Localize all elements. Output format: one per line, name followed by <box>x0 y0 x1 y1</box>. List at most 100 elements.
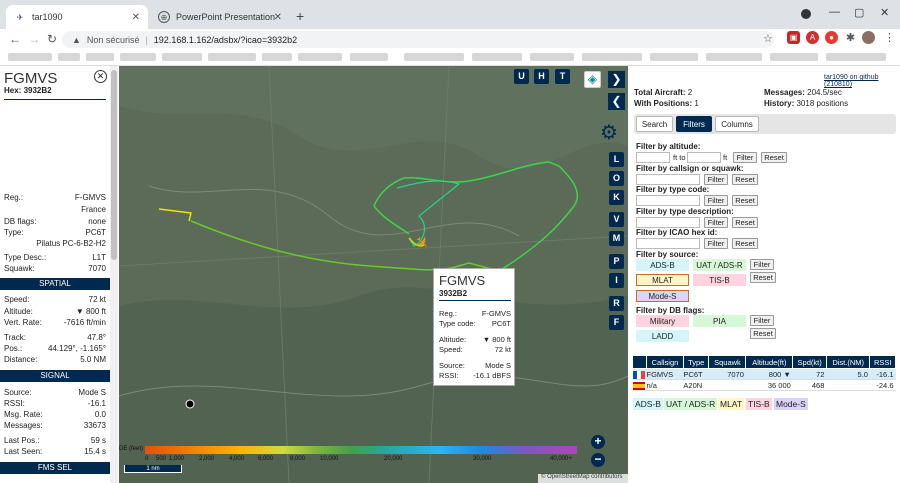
ublock-extension-icon[interactable]: ● <box>825 31 838 44</box>
db-military-toggle[interactable]: Military <box>636 315 689 327</box>
settings-gear-icon[interactable]: ⚙ <box>600 120 618 145</box>
db-filter-button[interactable]: Filter <box>750 315 774 326</box>
back-icon[interactable]: ← <box>9 32 21 46</box>
reload-icon[interactable]: ↻ <box>47 32 57 46</box>
column-header-altitude[interactable]: Altitude(ft) <box>745 355 794 369</box>
column-header-callsign[interactable]: Callsign <box>646 355 684 369</box>
maximize-button[interactable]: ▢ <box>854 6 864 19</box>
callsign-input[interactable] <box>636 174 700 185</box>
typedesc-input[interactable] <box>636 217 700 228</box>
minimize-button[interactable]: — <box>829 6 840 18</box>
tab-search[interactable]: Search <box>636 116 673 132</box>
db-reset-button[interactable]: Reset <box>750 328 776 339</box>
cell-type: PC6T <box>683 368 709 380</box>
map-toggle-r[interactable]: R <box>609 296 624 311</box>
column-header-rssi[interactable]: RSSI <box>869 355 896 369</box>
icao-filter-button[interactable]: Filter <box>704 238 728 249</box>
source-uat-toggle[interactable]: UAT / ADS-R <box>693 259 746 271</box>
source-reset-button[interactable]: Reset <box>750 272 776 283</box>
tab-tar1090[interactable]: ✈ tar1090 ✕ <box>6 5 148 29</box>
map-terrain <box>119 66 628 483</box>
pdf-extension-icon[interactable]: ▣ <box>787 31 800 44</box>
cell-rssi: -16.1 <box>869 368 896 380</box>
source-modes-toggle[interactable]: Mode-S <box>636 290 689 302</box>
filter-callsign-label: Filter by callsign or squawk: <box>636 164 744 173</box>
typecode-reset-button[interactable]: Reset <box>732 195 758 206</box>
map-toggle-t[interactable]: T <box>555 69 570 84</box>
tab-close-icon[interactable]: ✕ <box>132 12 140 23</box>
legend-tick: 2,000 <box>199 456 215 462</box>
callsign-reset-button[interactable]: Reset <box>732 174 758 185</box>
popup-row: Type code: PC6T <box>439 319 511 328</box>
map-toggle-k[interactable]: K <box>609 190 624 205</box>
expand-right-icon[interactable]: ❯ <box>608 71 625 88</box>
table-row[interactable]: FGMVS PC6T 7070 800 ▼ 72 5.0 -16.1 <box>632 368 896 380</box>
map-toggle-v[interactable]: V <box>609 212 624 227</box>
typecode-filter-button[interactable]: Filter <box>704 195 728 206</box>
extensions-puzzle-icon[interactable]: ✱ <box>844 31 857 44</box>
detail-row: Type: PC6T <box>4 228 106 237</box>
map-toggle-i[interactable]: I <box>609 273 624 288</box>
typedesc-filter-button[interactable]: Filter <box>704 217 728 228</box>
callsign-filter-button[interactable]: Filter <box>704 174 728 185</box>
icao-input[interactable] <box>636 238 700 249</box>
typedesc-reset-button[interactable]: Reset <box>732 217 758 228</box>
map-toggle-l[interactable]: L <box>609 152 624 167</box>
typecode-input[interactable] <box>636 195 700 206</box>
aircraft-popup[interactable]: FGMVS 3932B2 Reg.: F-GMVS Type code: PC6T … <box>433 268 515 386</box>
map-canvas[interactable]: ✈ <box>119 66 628 483</box>
cell-altitude: 800 ▼ <box>745 368 793 380</box>
legend-tick: 8,000 <box>290 456 306 462</box>
map-toggle-f[interactable]: F <box>609 315 624 330</box>
new-tab-button[interactable]: + <box>296 8 304 24</box>
source-tisb-toggle[interactable]: TIS-B <box>693 274 746 286</box>
collapse-left-icon[interactable]: ❮ <box>608 93 625 110</box>
zoom-in-button[interactable]: + <box>591 435 605 449</box>
adblock-extension-icon[interactable]: A <box>806 31 819 44</box>
altitude-min-input[interactable] <box>636 152 670 163</box>
zoom-out-button[interactable]: − <box>591 453 605 467</box>
map-attribution[interactable]: © OpenStreetMap contributors <box>538 474 628 483</box>
security-status: Non sécurisé <box>86 34 140 45</box>
map-toggle-m[interactable]: M <box>609 231 624 246</box>
column-header-distance[interactable]: Dist.(NM) <box>825 355 871 369</box>
popup-hex: 3932B2 <box>439 289 468 298</box>
close-detail-button[interactable]: ✕ <box>94 70 107 83</box>
map-toggle-u[interactable]: U <box>514 69 529 84</box>
table-row[interactable]: n/a A20N 36 000 468 -24.6 <box>632 379 896 391</box>
detail-row: Last Pos.: 59 s <box>4 436 106 445</box>
layers-icon[interactable]: ◈ <box>584 71 601 88</box>
db-pia-toggle[interactable]: PIA <box>693 315 746 327</box>
map-toggle-o[interactable]: O <box>609 171 624 186</box>
altitude-max-input[interactable] <box>687 152 721 163</box>
tab-close-icon[interactable]: ✕ <box>274 12 282 23</box>
db-ladd-toggle[interactable]: LADD <box>636 330 689 342</box>
source-adsb-toggle[interactable]: ADS-B <box>636 259 689 271</box>
source-mlat-toggle[interactable]: MLAT <box>636 274 689 286</box>
map-toggle-h[interactable]: H <box>534 69 549 84</box>
source-filter-button[interactable]: Filter <box>750 259 774 270</box>
menu-kebab-icon[interactable]: ⋮ <box>884 31 895 44</box>
profile-dot-icon[interactable] <box>801 9 811 19</box>
altitude-filter-button[interactable]: Filter <box>733 152 757 163</box>
tab-filters[interactable]: Filters <box>676 116 712 132</box>
star-icon[interactable]: ☆ <box>763 32 773 45</box>
tab-columns[interactable]: Columns <box>715 116 759 132</box>
popup-row: Speed: 72 kt <box>439 345 511 354</box>
github-link[interactable]: tar1090 on github (210810) <box>824 74 900 88</box>
scrollbar-thumb[interactable] <box>111 70 117 260</box>
tab-powerpoint[interactable]: ⊕ PowerPoint Presentation ✕ <box>150 5 290 29</box>
close-window-button[interactable]: ✕ <box>880 6 889 19</box>
omnibox[interactable]: ▲ Non sécurisé | 192.168.1.162/adsbx/?ic… <box>62 31 774 48</box>
airplane-icon: ✈ <box>14 11 26 23</box>
column-header-type[interactable]: Type <box>682 355 710 369</box>
forward-icon[interactable]: → <box>28 32 40 46</box>
column-header-speed[interactable]: Spd(kt) <box>792 355 827 369</box>
legend-adsb: ADS-B <box>633 398 663 410</box>
column-header-squawk[interactable]: Squawk <box>708 355 747 369</box>
map-toggle-p[interactable]: P <box>609 254 624 269</box>
icao-reset-button[interactable]: Reset <box>732 238 758 249</box>
altitude-reset-button[interactable]: Reset <box>761 152 787 163</box>
detail-row: Speed: 72 kt <box>4 295 106 304</box>
avatar[interactable] <box>862 31 875 44</box>
